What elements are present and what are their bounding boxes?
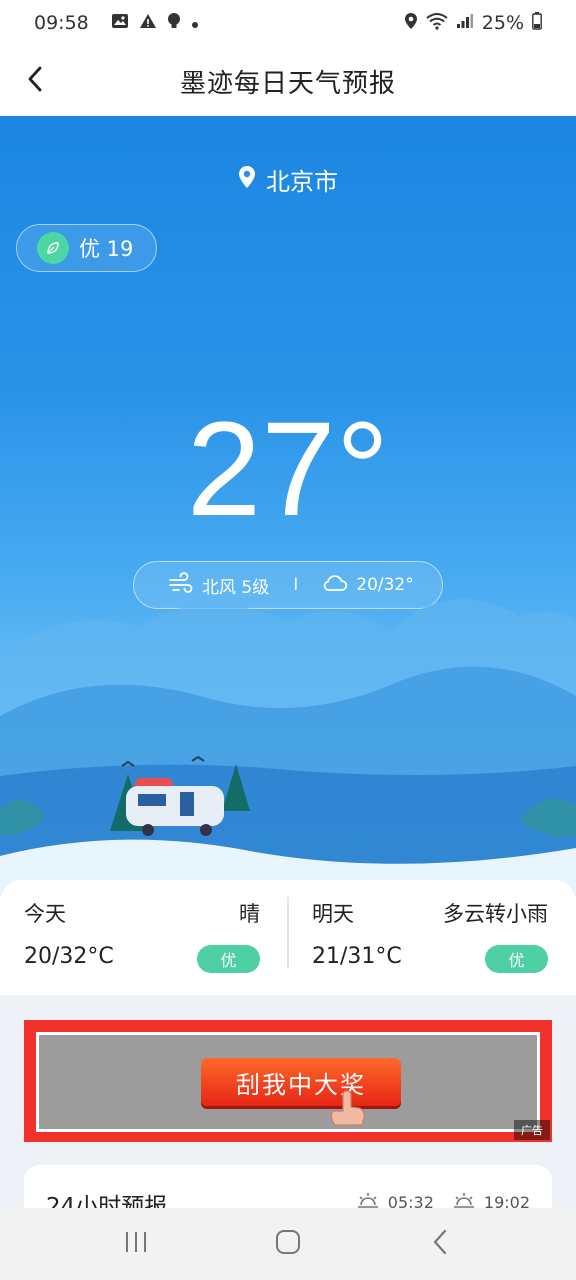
location-icon — [404, 12, 418, 35]
warning-icon — [139, 12, 157, 34]
day-tomorrow[interactable]: 明天 多云转小雨 21/31°C 优 — [288, 880, 576, 995]
weather-hero: 北京市 优 19 27° 北风 5级 I 20/32° — [0, 116, 576, 900]
scratch-button[interactable]: 刮我中大奖 — [201, 1058, 401, 1106]
leaf-icon — [37, 232, 69, 264]
wifi-icon — [426, 12, 448, 35]
home-icon — [275, 1229, 301, 1259]
ad-tag: 广告 — [514, 1120, 550, 1140]
page-title: 墨迹每日天气预报 — [179, 68, 396, 99]
chevron-left-icon — [25, 65, 45, 97]
system-nav-bar — [0, 1208, 576, 1280]
current-temperature: 27° — [186, 395, 390, 544]
day-label: 明天 — [312, 902, 354, 926]
back-nav-button[interactable] — [410, 1214, 470, 1274]
dot-icon — [191, 12, 199, 34]
day-condition: 多云转小雨 — [443, 902, 548, 926]
back-icon — [430, 1228, 450, 1260]
recent-apps-button[interactable] — [106, 1214, 166, 1274]
aqi-badge[interactable]: 优 19 — [16, 224, 157, 272]
scratch-card: 刮我中大奖 — [36, 1032, 540, 1132]
day-today[interactable]: 今天 晴 20/32°C 优 — [0, 880, 288, 995]
status-bar: 09:58 25% — [0, 0, 576, 46]
home-button[interactable] — [258, 1214, 318, 1274]
aqi-badge: 优 — [485, 945, 548, 973]
status-time: 09:58 — [34, 12, 89, 34]
battery-icon — [532, 11, 542, 35]
location-name: 北京市 — [266, 168, 338, 196]
image-icon — [111, 12, 129, 34]
location-selector[interactable]: 北京市 — [0, 162, 576, 197]
map-pin-icon — [238, 165, 256, 195]
day-divider — [287, 897, 289, 969]
battery-level: 25% — [481, 12, 524, 34]
landscape-illustration — [0, 599, 576, 900]
ad-banner[interactable]: 刮我中大奖 广告 — [24, 1020, 552, 1142]
title-bar: 墨迹每日天气预报 — [0, 46, 576, 116]
day-label: 今天 — [24, 902, 66, 926]
day-condition: 晴 — [239, 902, 260, 926]
recents-icon — [123, 1229, 149, 1259]
day-range: 20/32°C — [24, 944, 114, 969]
aqi-label: 优 19 — [79, 237, 134, 261]
bulb-icon — [167, 12, 181, 35]
aqi-badge: 优 — [197, 945, 260, 973]
hand-pointer-icon — [330, 1090, 365, 1126]
day-range: 21/31°C — [312, 944, 402, 969]
back-button[interactable] — [14, 60, 56, 102]
signal-icon — [456, 12, 474, 34]
